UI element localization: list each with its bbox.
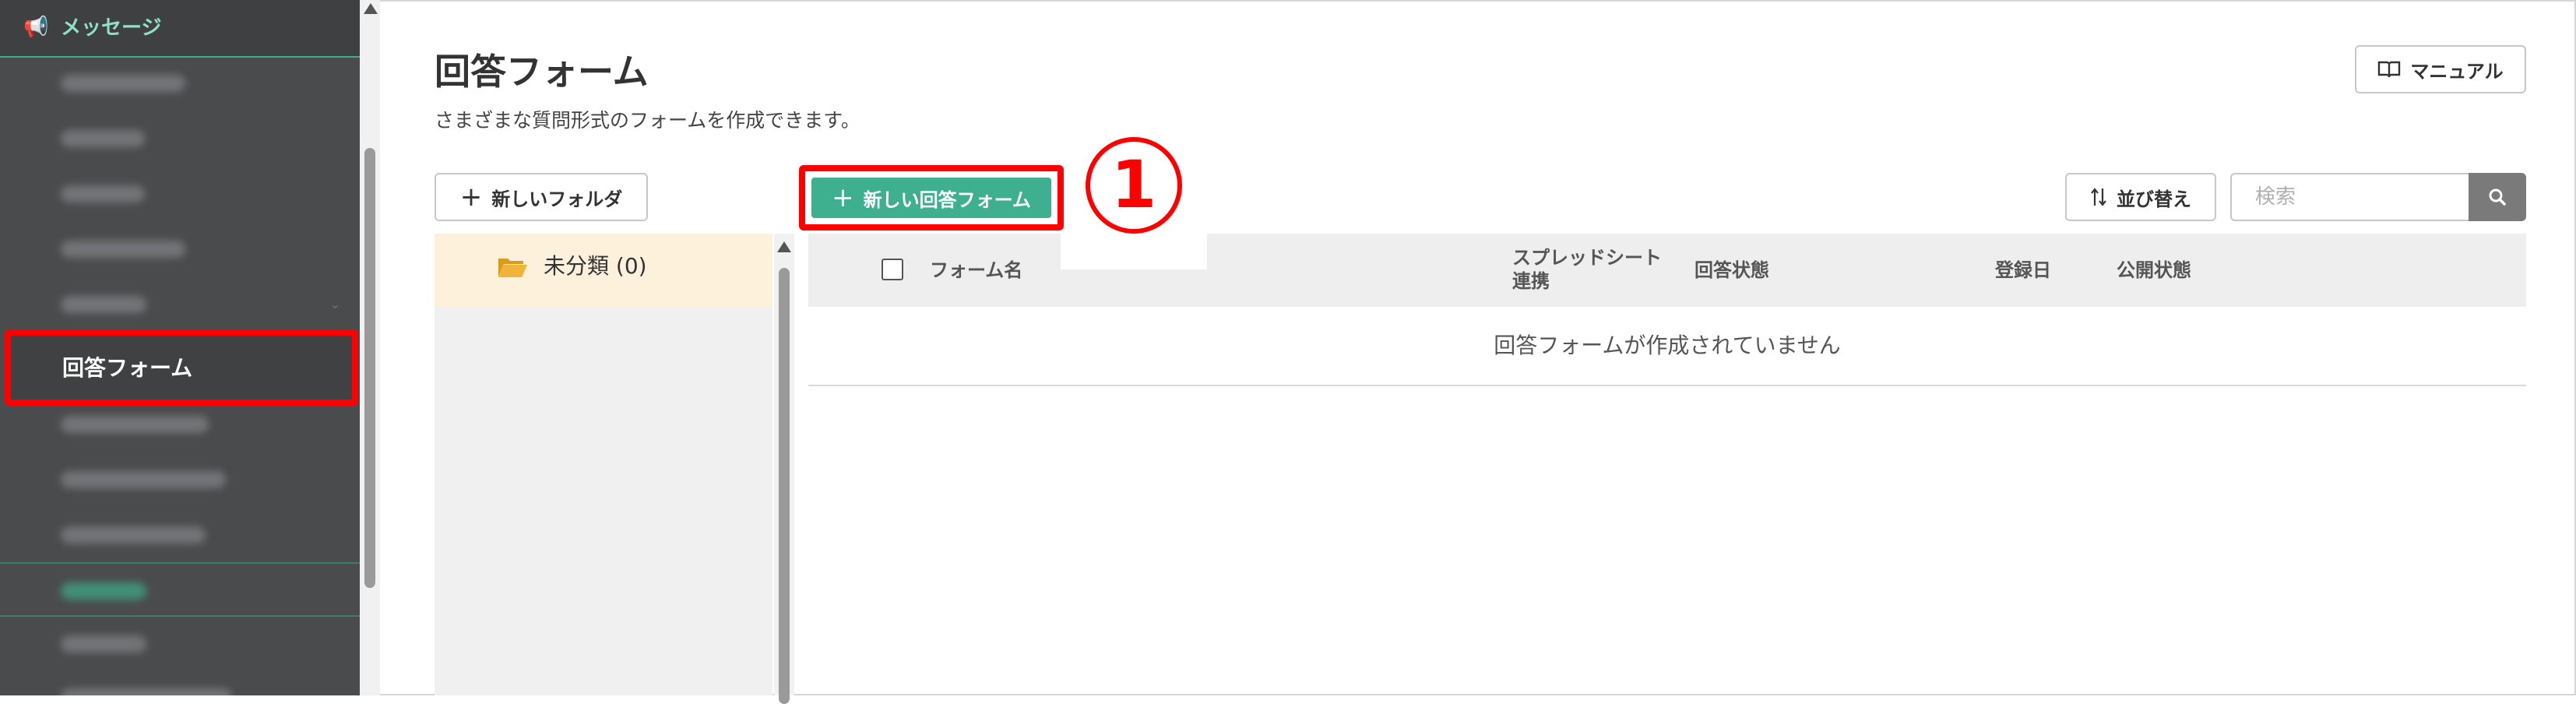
megaphone-icon: 📢 <box>23 16 49 39</box>
manual-button[interactable]: マニュアル <box>2355 45 2526 93</box>
plus-icon: + <box>459 181 483 213</box>
folder-panel: 未分類 (0) <box>435 234 772 695</box>
manual-button-label: マニュアル <box>2410 60 2504 83</box>
folder-item[interactable]: 未分類 (0) <box>435 234 772 307</box>
sidebar-item-blurred[interactable] <box>0 111 360 166</box>
new-answer-form-label: 新しい回答フォーム <box>863 188 1031 211</box>
scroll-up-arrow-icon[interactable] <box>364 3 378 14</box>
scrollbar-thumb[interactable] <box>779 268 790 704</box>
folder-open-icon <box>498 259 527 277</box>
column-header-answer-status[interactable]: 回答状態 <box>1694 259 1769 282</box>
sidebar-item-blurred[interactable] <box>0 508 360 562</box>
table-divider <box>808 385 2526 386</box>
new-answer-form-button[interactable]: + 新しい回答フォーム <box>811 178 1051 218</box>
column-header-form-name[interactable]: フォーム名 <box>930 259 1022 282</box>
sidebar-item-blurred[interactable] <box>0 222 360 276</box>
plus-icon: + <box>832 182 854 213</box>
sidebar-section-messages[interactable]: 📢 メッセージ <box>0 0 360 58</box>
page-title: 回答フォーム <box>435 51 649 93</box>
book-icon <box>2378 61 2401 78</box>
search-icon <box>2489 188 2506 206</box>
new-folder-button[interactable]: + 新しいフォルダ <box>435 173 648 221</box>
sidebar-item-blurred[interactable]: ⌄ <box>0 277 360 332</box>
sidebar-item-answer-form[interactable]: 回答フォーム <box>5 329 358 406</box>
column-header-spreadsheet[interactable]: スプレッドシート連携 <box>1512 246 1676 293</box>
sidebar-item-blurred[interactable] <box>0 56 360 111</box>
sidebar-section-label: メッセージ <box>61 16 162 40</box>
sidebar-item-label: 回答フォーム <box>62 355 193 381</box>
highlight-box: + 新しい回答フォーム <box>799 165 1064 231</box>
page-subtitle: さまざまな質問形式のフォームを作成できます。 <box>435 109 860 132</box>
scrollbar-thumb[interactable] <box>364 148 375 588</box>
search-box <box>2230 173 2526 221</box>
sidebar-item-blurred[interactable] <box>0 397 360 452</box>
column-header-registered-date[interactable]: 登録日 <box>1995 259 2051 282</box>
sidebar-item-blurred[interactable] <box>0 167 360 221</box>
search-button[interactable] <box>2469 173 2526 221</box>
scroll-up-arrow-icon[interactable] <box>777 241 791 252</box>
sidebar-item-blurred[interactable] <box>0 670 360 695</box>
sidebar: 📢 メッセージ ⌄ 回答フォーム <box>0 0 360 695</box>
empty-table-message: 回答フォームが作成されていません <box>1494 333 1841 358</box>
sidebar-section-blurred[interactable] <box>0 564 360 618</box>
column-header-public-status[interactable]: 公開状態 <box>2117 259 2191 282</box>
sidebar-item-blurred[interactable] <box>0 617 360 671</box>
sidebar-item-blurred[interactable] <box>0 452 360 507</box>
step-number-badge: 1 <box>1086 137 1182 234</box>
header-gap <box>1061 234 1207 269</box>
folder-label: 未分類 (0) <box>544 253 647 279</box>
sort-label: 並び替え <box>2117 188 2191 210</box>
folder-panel-scrollbar[interactable] <box>774 234 794 704</box>
select-all-checkbox[interactable] <box>882 259 903 280</box>
chevron-down-icon: ⌄ <box>329 296 341 312</box>
new-folder-label: 新しいフォルダ <box>491 188 623 210</box>
sort-button[interactable]: 並び替え <box>2065 173 2216 221</box>
sidebar-scrollbar[interactable] <box>360 0 380 695</box>
search-input[interactable] <box>2230 173 2469 221</box>
sort-icon <box>2091 188 2106 206</box>
